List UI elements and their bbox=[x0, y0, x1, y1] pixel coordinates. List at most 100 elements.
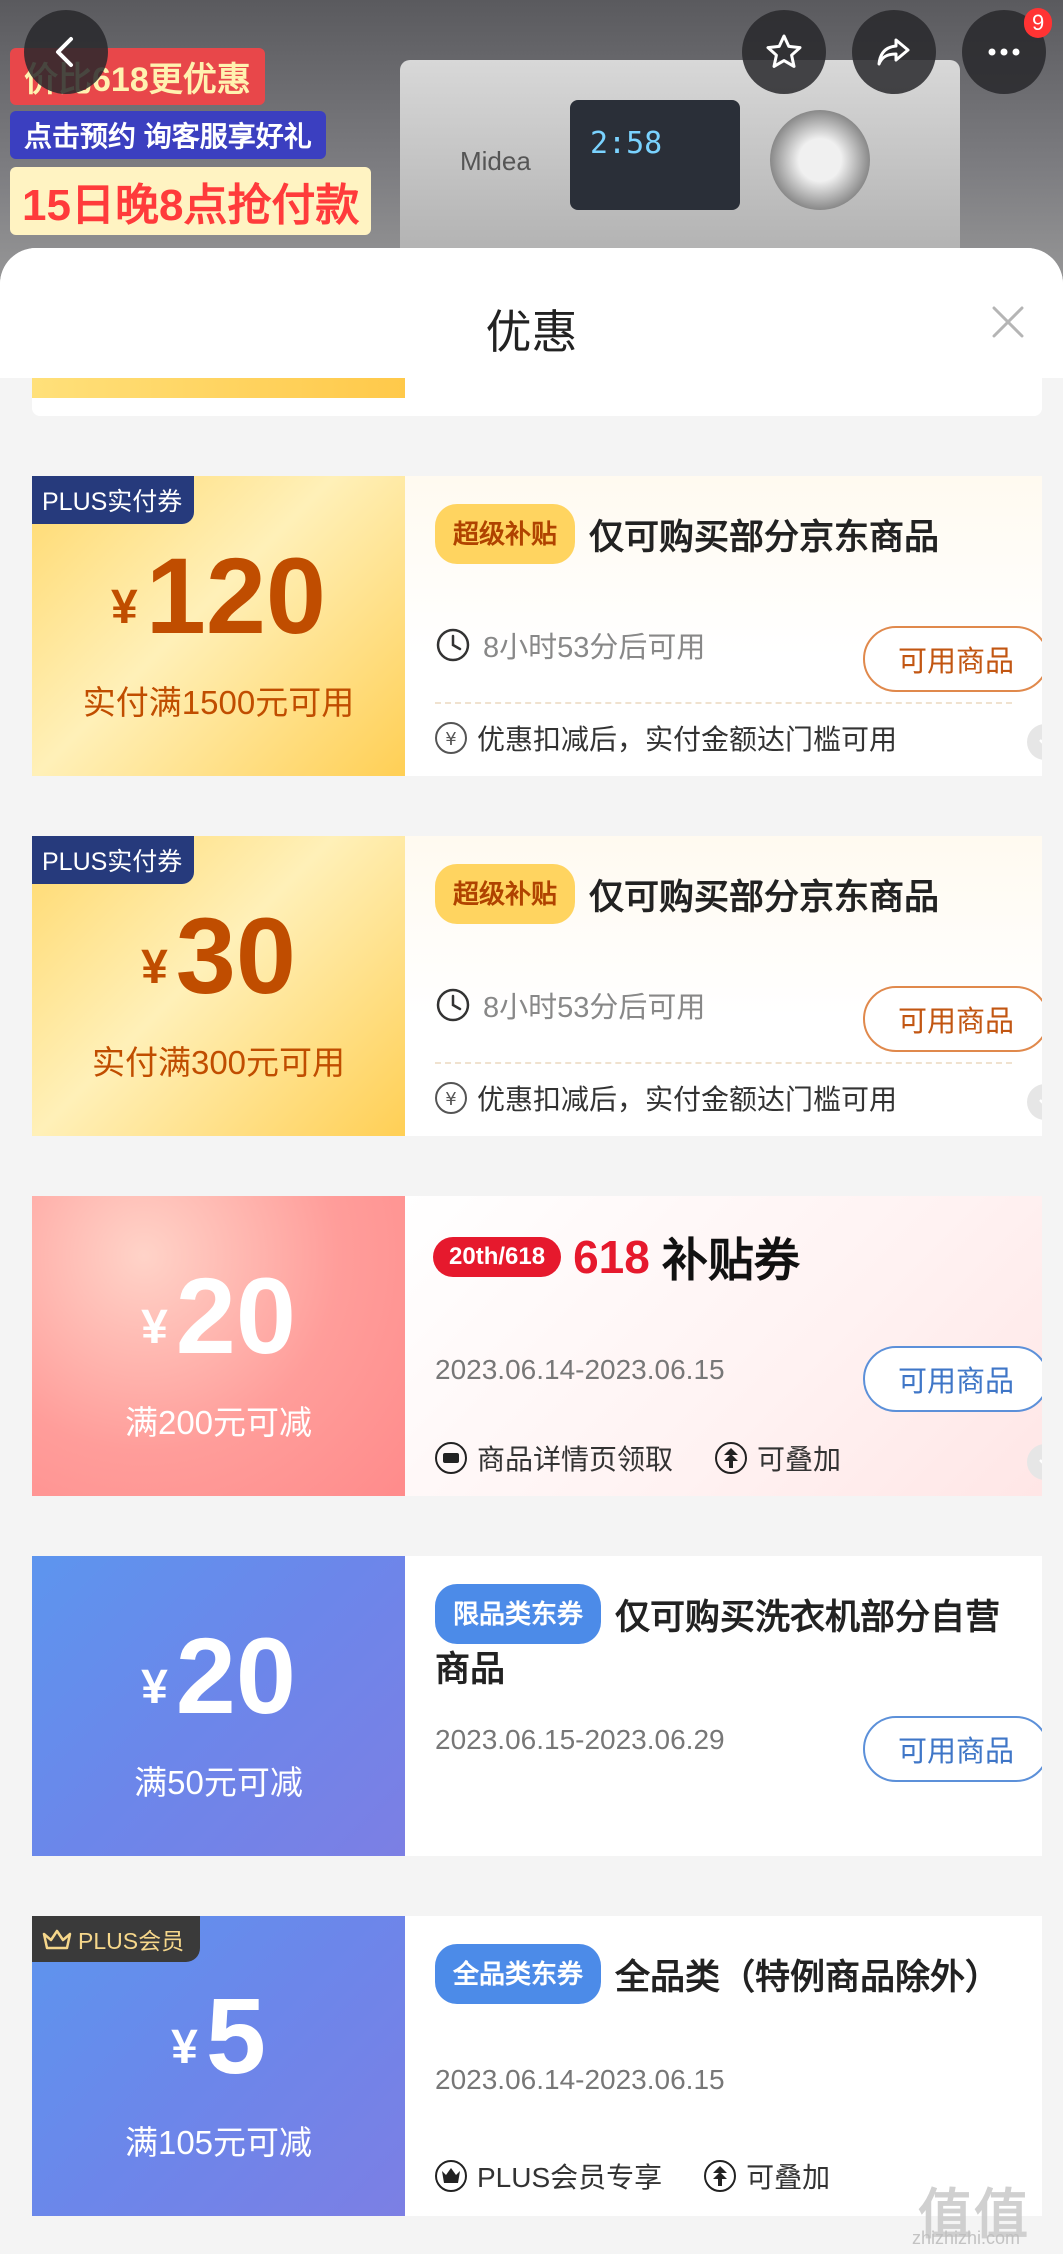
yen-circle-icon: ¥ bbox=[435, 1082, 467, 1114]
coupon-info-text: PLUS会员专享 bbox=[477, 2162, 663, 2193]
crown-icon bbox=[42, 1929, 72, 1950]
stackable-text: 可叠加 bbox=[746, 2162, 831, 2193]
stackable-text: 可叠加 bbox=[757, 1444, 842, 1475]
coupon-title: 超级补贴 仅可购买部分京东商品 bbox=[435, 504, 1012, 564]
available-products-button[interactable]: 可用商品 bbox=[863, 986, 1042, 1052]
coupon-info-row: ¥ 优惠扣减后，实付金额达门槛可用 bbox=[433, 718, 897, 758]
coupon-card: PLUS实付券 ¥30 实付满300元可用 超级补贴 仅可购买部分京东商品 8小时… bbox=[32, 836, 1042, 1136]
more-dots-icon bbox=[988, 48, 1020, 56]
countdown-row: 8小时53分后可用 bbox=[435, 624, 705, 666]
amount-value: 20 bbox=[175, 1255, 296, 1376]
amount-value: 20 bbox=[175, 1615, 296, 1736]
coupon-title: 超级补贴 仅可购买部分京东商品 bbox=[435, 864, 1012, 924]
category-coupon-badge: 限品类东券 bbox=[435, 1584, 602, 1644]
countdown-text: 8小时53分后可用 bbox=[483, 632, 706, 664]
coupon-info-row: PLUS会员专享 可叠加 bbox=[433, 2156, 830, 2196]
chevron-down-icon bbox=[1039, 1099, 1042, 1104]
discount-sheet: 优惠 PLUS实付券 ¥120 实付满1500元可用 超级补贴 仅可购买部分京东商… bbox=[0, 248, 1063, 2254]
coupon-value-panel: PLUS实付券 ¥120 实付满1500元可用 bbox=[32, 476, 405, 776]
currency-symbol: ¥ bbox=[141, 1661, 168, 1714]
coupon-card: PLUS会员 ¥5 满105元可减 全品类东券 全品类（特例商品除外） 2023.… bbox=[32, 1916, 1042, 2216]
crown-circle-icon bbox=[435, 2160, 467, 2192]
partial-coupon-above bbox=[32, 378, 1042, 416]
logo-618-text: 618 bbox=[573, 1231, 650, 1283]
yen-circle-icon: ¥ bbox=[435, 722, 467, 754]
coupon-amount: ¥20 bbox=[32, 1622, 405, 1730]
coupon-condition: 满50元可减 bbox=[134, 1764, 303, 1801]
coupon-title-text: 仅可购买部分京东商品 bbox=[589, 878, 940, 917]
available-products-button[interactable]: 可用商品 bbox=[863, 1716, 1042, 1782]
star-icon bbox=[766, 34, 802, 68]
subsidy-618-logo: 20th/618 618 补贴券 bbox=[433, 1224, 800, 1290]
currency-symbol: ¥ bbox=[141, 1301, 168, 1354]
coupon-detail-panel: 20th/618 618 补贴券 2023.06.14-2023.06.15 可用… bbox=[405, 1196, 1042, 1496]
coupon-title: 限品类东券 仅可购买洗衣机部分自营商品 bbox=[435, 1584, 1012, 1696]
coupon-info-row: 商品详情页领取 可叠加 bbox=[433, 1438, 841, 1478]
message-count-badge: 9 bbox=[1024, 8, 1053, 38]
expand-toggle[interactable] bbox=[1027, 724, 1042, 760]
validity-date: 2023.06.15-2023.06.29 bbox=[435, 1724, 725, 1755]
svg-text:¥: ¥ bbox=[445, 1089, 456, 1110]
coupon-card: ¥20 满200元可减 20th/618 618 补贴券 2023.06.14-2… bbox=[32, 1196, 1042, 1496]
coupon-condition: 满105元可减 bbox=[124, 2124, 313, 2161]
washer-brand: Midea bbox=[460, 146, 531, 176]
chevron-down-icon bbox=[1039, 1459, 1042, 1464]
sheet-header: 优惠 bbox=[0, 248, 1063, 378]
chevron-down-icon bbox=[1039, 739, 1042, 744]
washer-display: 2:58 bbox=[570, 100, 740, 210]
available-products-button[interactable]: 可用商品 bbox=[863, 626, 1042, 692]
promo-line-2: 点击预约 询客服享好礼 bbox=[10, 111, 326, 159]
sheet-title: 优惠 bbox=[485, 306, 578, 358]
close-icon[interactable] bbox=[986, 300, 1030, 344]
ticket-icon bbox=[435, 1442, 467, 1474]
coupon-title-text: 仅可购买部分京东商品 bbox=[589, 518, 940, 557]
amount-value: 30 bbox=[175, 895, 296, 1016]
coupon-value-panel: ¥20 满50元可减 bbox=[32, 1556, 405, 1856]
category-coupon-badge: 全品类东券 bbox=[435, 1944, 602, 2004]
clock-icon bbox=[436, 988, 470, 1022]
coupon-detail-panel: 超级补贴 仅可购买部分京东商品 8小时53分后可用 可用商品 ¥ 优惠扣减后，实付… bbox=[405, 476, 1042, 776]
currency-symbol: ¥ bbox=[111, 581, 138, 634]
clock-icon bbox=[436, 628, 470, 662]
coupon-amount: ¥30 bbox=[32, 902, 405, 1010]
coupon-info-text: 商品详情页领取 bbox=[477, 1444, 674, 1475]
coupon-info-text: 优惠扣减后，实付金额达门槛可用 bbox=[477, 1084, 898, 1115]
favorite-button[interactable] bbox=[742, 10, 826, 94]
coupon-condition: 实付满300元可用 bbox=[91, 1044, 346, 1081]
amount-value: 120 bbox=[145, 535, 326, 656]
coupon-value-panel: ¥20 满200元可减 bbox=[32, 1196, 405, 1496]
stack-icon bbox=[715, 1442, 748, 1474]
coupon-condition: 实付满1500元可用 bbox=[82, 684, 355, 721]
expand-toggle[interactable] bbox=[1027, 1084, 1042, 1120]
plus-coupon-tag: PLUS实付券 bbox=[32, 476, 195, 524]
coupon-amount: ¥120 bbox=[32, 542, 405, 650]
available-products-button[interactable]: 可用商品 bbox=[863, 1346, 1042, 1412]
countdown-text: 8小时53分后可用 bbox=[483, 992, 706, 1024]
share-button[interactable] bbox=[852, 10, 936, 94]
currency-symbol: ¥ bbox=[141, 941, 168, 994]
coupon-detail-panel: 限品类东券 仅可购买洗衣机部分自营商品 2023.06.15-2023.06.29… bbox=[405, 1556, 1042, 1856]
expand-toggle[interactable] bbox=[1027, 1444, 1042, 1480]
coupon-title-text: 全品类（特例商品除外） bbox=[615, 1958, 1001, 1997]
super-subsidy-badge: 超级补贴 bbox=[435, 864, 576, 924]
super-subsidy-badge: 超级补贴 bbox=[435, 504, 576, 564]
coupon-card: PLUS实付券 ¥120 实付满1500元可用 超级补贴 仅可购买部分京东商品 8… bbox=[32, 476, 1042, 776]
promo-line-3: 15日晚8点抢付款 bbox=[10, 167, 372, 235]
coupon-card: ¥20 满50元可减 限品类东券 仅可购买洗衣机部分自营商品 2023.06.15… bbox=[32, 1556, 1042, 1856]
coupon-info-text: 优惠扣减后，实付金额达门槛可用 bbox=[477, 724, 898, 755]
svg-text:¥: ¥ bbox=[445, 729, 456, 750]
chevron-left-icon bbox=[56, 37, 73, 67]
validity-date: 2023.06.14-2023.06.15 bbox=[435, 2064, 725, 2095]
countdown-row: 8小时53分后可用 bbox=[435, 984, 705, 1026]
plus-member-tag-text: PLUS会员 bbox=[78, 1928, 185, 1954]
coupon-condition: 满200元可减 bbox=[124, 1404, 313, 1441]
coupon-value-panel: PLUS会员 ¥5 满105元可减 bbox=[32, 1916, 405, 2216]
washer-knob bbox=[770, 110, 870, 210]
validity-date: 2023.06.14-2023.06.15 bbox=[435, 1354, 725, 1385]
coupon-detail-panel: 超级补贴 仅可购买部分京东商品 8小时53分后可用 可用商品 ¥ 优惠扣减后，实付… bbox=[405, 836, 1042, 1136]
coupon-value-panel: PLUS实付券 ¥30 实付满300元可用 bbox=[32, 836, 405, 1136]
watermark-url: zhizhizhi.com bbox=[912, 2228, 1021, 2248]
share-icon bbox=[877, 38, 910, 66]
coupon-amount: ¥20 bbox=[32, 1262, 405, 1370]
back-button[interactable] bbox=[24, 10, 108, 94]
